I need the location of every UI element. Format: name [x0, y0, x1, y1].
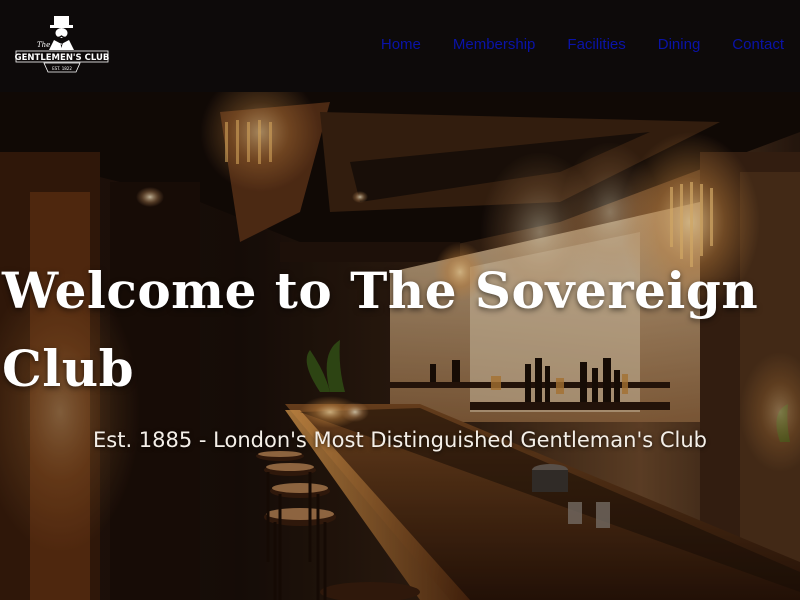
- navbar: The Real GENTLEMEN'S CLUB EST. 1822 Home…: [0, 0, 800, 92]
- hero-title: Welcome to The Sovereign Club: [2, 261, 759, 398]
- nav-home[interactable]: Home: [381, 36, 421, 53]
- nav-dining[interactable]: Dining: [658, 36, 701, 53]
- nav-facilities[interactable]: Facilities: [567, 36, 625, 53]
- main-nav: Home Membership Facilities Dining Contac…: [381, 36, 784, 53]
- hero-section: Welcome to The Sovereign Club Est. 1885 …: [0, 92, 800, 600]
- svg-text:GENTLEMEN'S CLUB: GENTLEMEN'S CLUB: [15, 53, 110, 63]
- svg-text:EST. 1822: EST. 1822: [52, 66, 72, 71]
- page: The Real GENTLEMEN'S CLUB EST. 1822 Home…: [0, 0, 800, 600]
- club-logo[interactable]: The Real GENTLEMEN'S CLUB EST. 1822: [14, 14, 110, 76]
- svg-text:The Real: The Real: [37, 41, 68, 49]
- nav-contact[interactable]: Contact: [732, 36, 784, 53]
- hero-subtitle: Est. 1885 - London's Most Distinguished …: [93, 428, 707, 452]
- nav-membership[interactable]: Membership: [453, 36, 536, 53]
